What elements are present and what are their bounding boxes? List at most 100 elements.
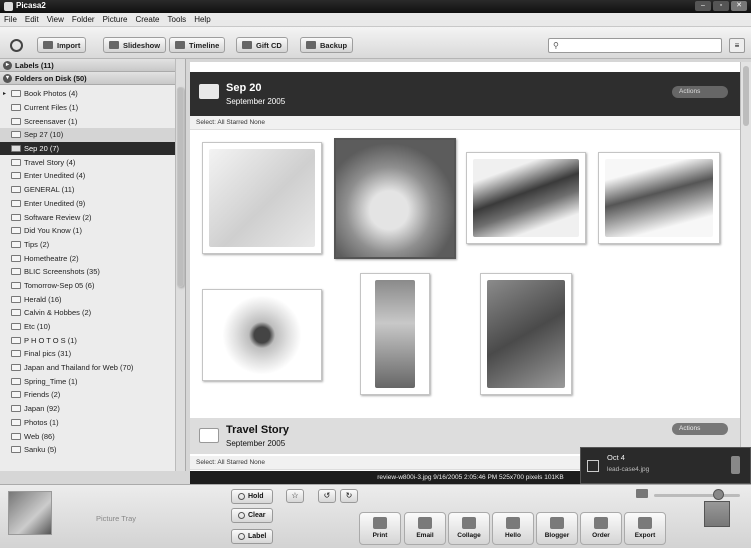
folder-icon — [11, 268, 21, 276]
photo-thumbnail[interactable] — [480, 273, 572, 395]
folder-item[interactable]: Screensaver (1) — [0, 114, 175, 128]
folder-item[interactable]: Tomorrow-Sep 05 (6) — [0, 279, 175, 293]
collapse-icon[interactable]: ▾ — [3, 73, 12, 83]
photo-thumbnail[interactable] — [202, 142, 322, 254]
menu-help[interactable]: Help — [194, 15, 210, 24]
menu-picture[interactable]: Picture — [103, 15, 128, 24]
folder-item[interactable]: Photos (1) — [0, 416, 175, 430]
email-button[interactable]: Email — [404, 512, 446, 545]
folder-item[interactable]: Japan and Thailand for Web (70) — [0, 361, 175, 375]
folder-item[interactable]: Friends (2) — [0, 388, 175, 402]
group-date: September 2005 — [226, 439, 286, 448]
folder-item[interactable]: Calvin & Hobbes (2) — [0, 306, 175, 320]
scrollbar-thumb[interactable] — [177, 87, 184, 287]
photo-thumbnail-selected[interactable] — [334, 138, 456, 259]
rotate-left-button[interactable]: ↺ — [318, 489, 336, 503]
slideshow-button[interactable]: Slideshow — [103, 37, 167, 53]
folder-icon — [11, 240, 21, 248]
folder-item[interactable]: Did You Know (1) — [0, 224, 175, 238]
menu-view[interactable]: View — [47, 15, 64, 24]
group-header-sep-20: Sep 20 September 2005 Actions — [190, 72, 740, 116]
folder-item[interactable]: Current Files (1) — [0, 101, 175, 115]
folder-item[interactable]: Final pics (31) — [0, 347, 175, 361]
photo-thumbnail[interactable] — [466, 152, 586, 244]
folder-item[interactable]: Enter Unedited (4) — [0, 169, 175, 183]
folder-item[interactable]: BLIC Screenshots (35) — [0, 265, 175, 279]
folder-item[interactable]: Herald (16) — [0, 292, 175, 306]
hold-icon — [238, 493, 245, 500]
menu-tools[interactable]: Tools — [168, 15, 187, 24]
photo-thumbnail[interactable] — [360, 273, 430, 395]
folder-item[interactable]: Hometheatre (2) — [0, 251, 175, 265]
actions-dropdown[interactable]: Actions — [672, 423, 728, 435]
image-icon — [587, 460, 599, 472]
folder-item[interactable]: Japan (92) — [0, 402, 175, 416]
maximize-button[interactable]: ▫ — [713, 1, 729, 11]
photo-thumbnail[interactable] — [202, 289, 322, 381]
photo-library: Sep 20 September 2005 Actions Select: Al… — [190, 62, 740, 471]
folder-item[interactable]: Software Review (2) — [0, 210, 175, 224]
menu-create[interactable]: Create — [135, 15, 159, 24]
scrollbar-thumb[interactable] — [743, 66, 749, 126]
folder-icon — [11, 377, 21, 385]
menu-bar: File Edit View Folder Picture Create Too… — [0, 13, 751, 27]
folder-item[interactable]: Web (86) — [0, 429, 175, 443]
menu-edit[interactable]: Edit — [25, 15, 39, 24]
label-button[interactable]: Label — [231, 529, 273, 544]
actions-dropdown[interactable]: Actions — [672, 86, 728, 98]
main-scrollbar[interactable] — [740, 62, 751, 471]
photo-thumbnail[interactable] — [598, 152, 720, 244]
label-icon — [238, 533, 245, 540]
labels-header[interactable]: ▸ Labels (11) — [0, 59, 185, 72]
backup-button[interactable]: Backup — [300, 37, 354, 53]
timeline-button[interactable]: Timeline — [169, 37, 226, 53]
select-bar[interactable]: Select: All Starred None — [190, 116, 740, 130]
zoom-slider-handle[interactable] — [713, 489, 724, 500]
expand-arrow-icon[interactable]: ▸ — [3, 90, 6, 97]
back-icon[interactable] — [10, 39, 23, 52]
import-button[interactable]: Import — [37, 37, 87, 53]
folder-item[interactable]: Spring_Time (1) — [0, 374, 175, 388]
folder-icon — [11, 199, 21, 207]
phone-photo — [473, 159, 579, 237]
hello-button[interactable]: Hello — [492, 512, 534, 545]
folder-item[interactable]: Etc (10) — [0, 320, 175, 334]
star-button[interactable]: ☆ — [286, 489, 304, 503]
group-date: September 2005 — [226, 97, 286, 106]
folder-item[interactable]: Sep 27 (10) — [0, 128, 175, 142]
sidebar-scrollbar[interactable] — [175, 59, 185, 471]
folders-header[interactable]: ▾ Folders on Disk (50) — [0, 72, 185, 85]
upload-popup[interactable]: Oct 4 lead-case4.jpg — [580, 447, 751, 484]
search-input[interactable]: ⚲ — [548, 38, 722, 53]
folder-item[interactable]: Tips (2) — [0, 238, 175, 252]
minimize-button[interactable]: – — [695, 1, 711, 11]
menu-folder[interactable]: Folder — [72, 15, 95, 24]
search-options-button[interactable]: ≡ — [729, 38, 745, 53]
folder-item[interactable]: P H O T O S (1) — [0, 333, 175, 347]
folder-item[interactable]: Enter Unedited (9) — [0, 197, 175, 211]
folder-item[interactable]: GENERAL (11) — [0, 183, 175, 197]
folder-item[interactable]: Travel Story (4) — [0, 155, 175, 169]
export-button[interactable]: Export — [624, 512, 666, 545]
tray-label: Picture Tray — [96, 514, 137, 523]
menu-file[interactable]: File — [4, 15, 17, 24]
folder-icon — [199, 428, 219, 443]
clear-button[interactable]: Clear — [231, 508, 273, 523]
zoom-slider[interactable] — [654, 494, 740, 497]
folder-sidebar: ▸ Labels (11) ▾ Folders on Disk (50) ▸ Bo… — [0, 59, 186, 471]
rotate-right-button[interactable]: ↻ — [340, 489, 358, 503]
expand-icon[interactable]: ▸ — [3, 60, 12, 70]
collage-button[interactable]: Collage — [448, 512, 490, 545]
hold-button[interactable]: Hold — [231, 489, 273, 504]
order-button[interactable]: Order — [580, 512, 622, 545]
blogger-button[interactable]: Blogger — [536, 512, 578, 545]
folder-item-selected[interactable]: Sep 20 (7) — [0, 141, 175, 156]
preview-button[interactable] — [704, 501, 730, 527]
print-button[interactable]: Print — [359, 512, 401, 545]
folder-item[interactable]: ▸ Book Photos (4) — [0, 87, 175, 101]
folder-icon — [11, 281, 21, 289]
close-button[interactable]: ✕ — [731, 1, 747, 11]
tray-thumbnail[interactable] — [8, 491, 52, 535]
gift-cd-button[interactable]: Gift CD — [236, 37, 288, 53]
folder-item[interactable]: Sanku (5) — [0, 443, 175, 457]
